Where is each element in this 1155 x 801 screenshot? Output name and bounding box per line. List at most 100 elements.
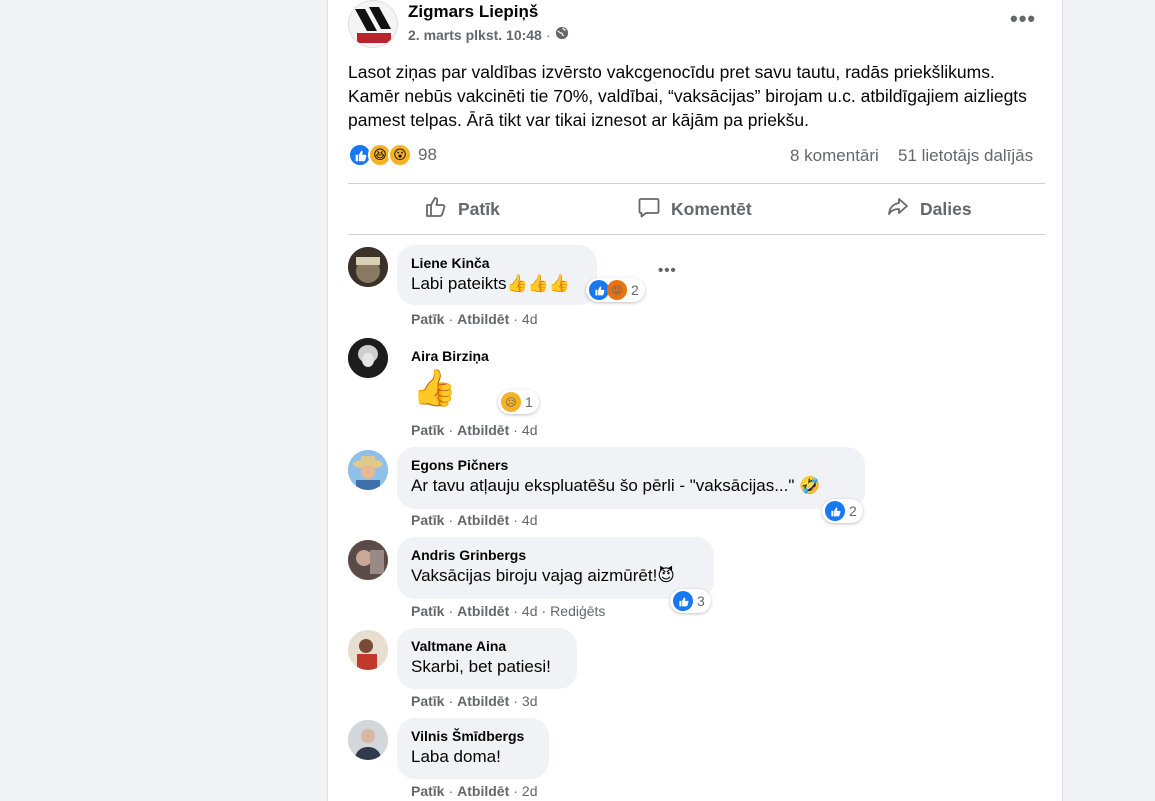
dot-separator: · [513,603,518,619]
comment-reply-link[interactable]: Atbildēt [457,422,509,438]
post-card: Zigmars Liepiņš 2. marts plkst. 10:48 · … [327,0,1063,801]
commenter-name[interactable]: Egons Pičners [411,456,851,474]
comment-text: Skarbi, bet patiesi! [411,657,551,676]
like-icon [589,280,609,300]
comment-time[interactable]: 4d [522,422,538,438]
dot-separator: · [448,512,454,528]
comment-label: Komentēt [671,198,752,219]
dot-separator: · [541,603,547,619]
reactions-count: 98 [418,145,437,164]
post-text: Lasot ziņas par valdības izvērsto vakcge… [348,62,1027,130]
comment-text: Ar tavu atļauju ekspluatēšu šo pērli - "… [411,476,821,495]
divider-top [348,183,1045,184]
comment-like-link[interactable]: Patīk [411,512,444,528]
dot-separator: · [513,693,518,709]
commenter-name[interactable]: Aira Birziņa [411,347,489,365]
comment-reply-link[interactable]: Atbildēt [457,783,509,799]
commenter-avatar[interactable] [348,338,388,378]
reaction-count: 2 [631,282,639,298]
comment-time[interactable]: 4d [522,311,538,327]
comment-like-link[interactable]: Patīk [411,783,444,799]
post-meta: 2. marts plkst. 10:48 · [408,26,569,43]
comment-text: Laba doma! [411,747,501,766]
commenter-avatar[interactable] [348,630,388,670]
dot-separator: · [448,603,454,619]
comment-time[interactable]: 4d [522,512,538,528]
like-button[interactable]: Patīk [424,192,500,226]
comment-actions: Patīk · Atbildēt · 2d [411,783,538,799]
thumbs-up-icon [424,195,448,224]
comment-like-link[interactable]: Patīk [411,422,444,438]
like-label: Patīk [458,198,500,219]
comment-actions: Patīk · Atbildēt · 3d [411,693,538,709]
comment-like-link[interactable]: Patīk [411,603,444,619]
comment-reactions[interactable]: 😥 1 [498,390,539,414]
comment-text: Vaksācijas biroju vajag aizmūrēt!😈 [411,566,676,585]
comment-bubble: Liene Kinča Labi pateikts👍👍👍 [397,245,597,305]
commenter-name[interactable]: Vilnis Šmīdbergs [411,727,535,745]
dot-separator: · [448,422,454,438]
globe-icon [555,26,569,43]
dot-separator: · [513,422,518,438]
wow-icon: 😮 [388,143,412,167]
author-name[interactable]: Zigmars Liepiņš [408,2,538,22]
dot-separator: · [448,311,454,327]
comment-reply-link[interactable]: Atbildēt [457,512,509,528]
comment-reactions[interactable]: 3 [670,589,711,613]
like-icon [673,591,693,611]
reaction-count: 1 [525,394,533,410]
share-arrow-icon [886,195,910,224]
sad-icon: 😥 [501,392,521,412]
comment-reactions[interactable]: 😡 2 [586,278,645,302]
comment-bubble: Valtmane Aina Skarbi, bet patiesi! [397,628,577,689]
dot-separator: · [513,783,518,799]
comment-reply-link[interactable]: Atbildēt [457,693,509,709]
comment-like-link[interactable]: Patīk [411,311,444,327]
angry-icon: 😡 [607,280,627,300]
commenter-avatar[interactable] [348,720,388,760]
comment-actions: Patīk · Atbildēt · 4d · Rediģēts [411,603,605,619]
comment-actions: Patīk · Atbildēt · 4d [411,311,538,327]
reaction-count: 2 [849,503,857,519]
comments-count[interactable]: 8 komentāri [790,146,879,166]
divider-bottom [348,234,1045,235]
author-avatar[interactable] [348,0,398,48]
post-timestamp[interactable]: 2. marts plkst. 10:48 [408,27,542,43]
comment-bubble: Vilnis Šmīdbergs Laba doma! [397,718,549,779]
meta-separator: · [545,26,551,43]
comment-actions: Patīk · Atbildēt · 4d [411,512,538,528]
dot-separator: · [448,783,454,799]
dot-separator: · [513,311,518,327]
shares-count[interactable]: 51 lietotājs dalījās [898,146,1033,166]
comment-text: Labi pateikts👍👍👍 [411,274,570,293]
dot-separator: · [513,512,518,528]
comment-actions: Patīk · Atbildēt · 4d [411,422,538,438]
commenter-avatar[interactable] [348,450,388,490]
dot-separator: · [448,693,454,709]
commenter-name[interactable]: Liene Kinča [411,254,583,272]
comment-bubble: Andris Grinbergs Vaksācijas biroju vajag… [397,537,714,599]
comment-options-icon[interactable]: ••• [658,262,677,279]
comment-like-link[interactable]: Patīk [411,693,444,709]
reaction-count: 3 [697,593,705,609]
share-label: Dalies [920,198,972,219]
commenter-avatar[interactable] [348,540,388,580]
edited-label[interactable]: Rediģēts [550,603,605,619]
comment-text: 👍 [412,367,457,408]
share-button[interactable]: Dalies [886,192,972,226]
comment-reply-link[interactable]: Atbildēt [457,603,509,619]
reaction-summary[interactable]: 😆 😮 98 [348,143,437,167]
post-options-icon[interactable]: ••• [1010,6,1036,32]
comment-time[interactable]: 2d [522,783,538,799]
like-icon [825,501,845,521]
comment-reactions[interactable]: 2 [822,499,863,523]
comment-button[interactable]: Komentēt [637,192,752,226]
commenter-name[interactable]: Valtmane Aina [411,637,563,655]
comment-time[interactable]: 3d [522,693,538,709]
comment-reply-link[interactable]: Atbildēt [457,311,509,327]
comment-bubble: Egons Pičners Ar tavu atļauju ekspluatēš… [397,447,865,509]
commenter-name[interactable]: Andris Grinbergs [411,546,700,564]
comment-time[interactable]: 4d [522,603,538,619]
commenter-avatar[interactable] [348,247,388,287]
speech-bubble-icon [637,195,661,224]
